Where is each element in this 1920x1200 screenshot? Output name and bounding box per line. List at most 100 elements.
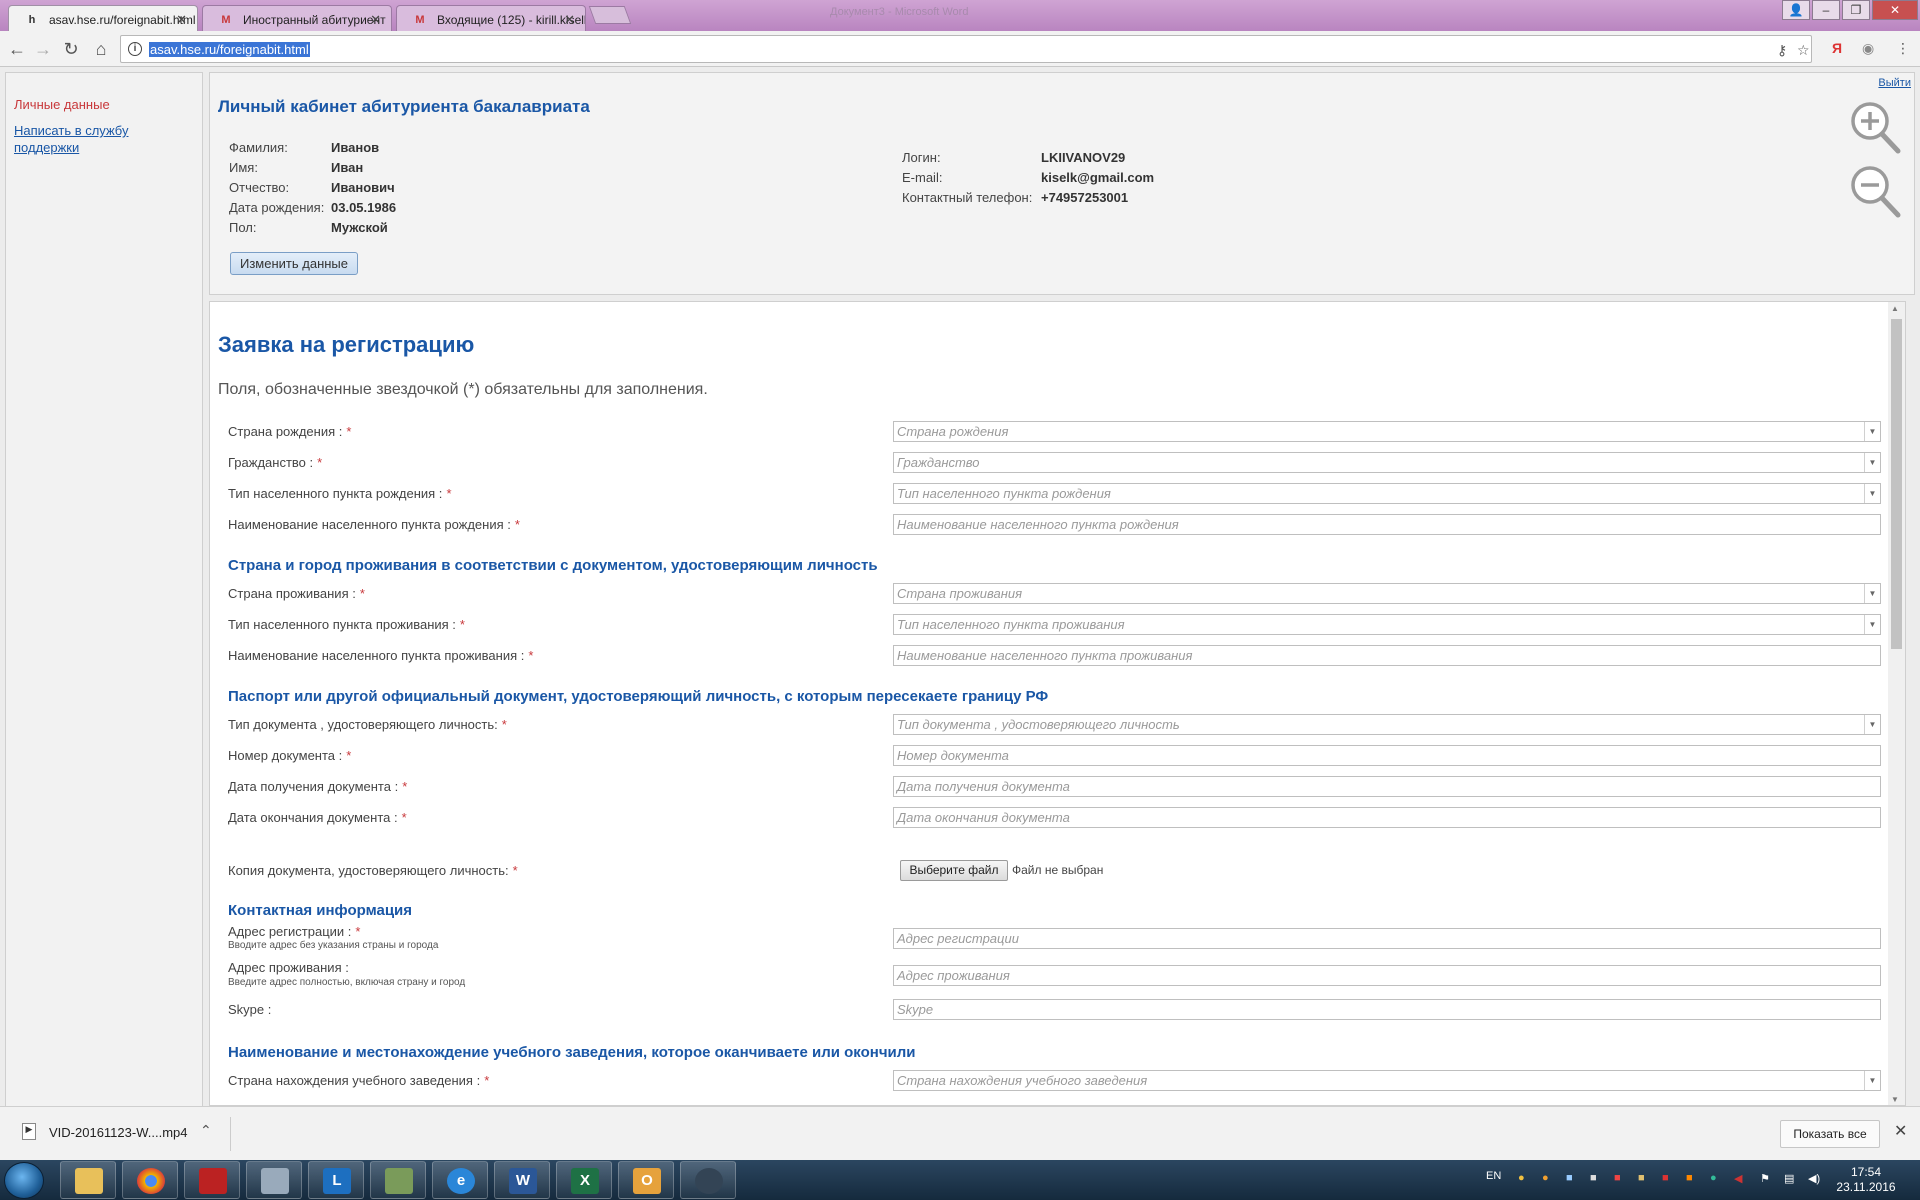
download-item[interactable]: VID-20161123-W....mp4 (49, 1125, 188, 1140)
gmail-icon: M (221, 14, 231, 26)
residence-address-input[interactable]: Адрес проживания (893, 965, 1881, 986)
chevron-down-icon[interactable]: ▼ (1864, 715, 1880, 734)
tray-icon-5[interactable]: ■ (1614, 1172, 1621, 1184)
chevron-down-icon[interactable]: ▼ (1864, 422, 1880, 441)
document-issue-date-label: Дата получения документа : * (228, 779, 408, 794)
user-icon[interactable]: 👤 (1782, 0, 1810, 20)
birth-country-label: Страна рождения : * (228, 424, 352, 439)
document-issue-date-input[interactable]: Дата получения документа (893, 776, 1881, 797)
minimize-icon[interactable]: – (1812, 0, 1840, 20)
login-label: Логин: (902, 150, 941, 165)
close-window-icon[interactable]: ✕ (1872, 0, 1918, 20)
registration-address-input[interactable]: Адрес регистрации (893, 928, 1881, 949)
registration-address-hint: Вводите адрес без указания страны и горо… (228, 940, 439, 951)
file-status: Файл не выбран (1012, 863, 1104, 877)
tray-icon-10[interactable]: ◀ (1734, 1172, 1742, 1185)
volume-icon[interactable]: ◀) (1808, 1172, 1820, 1185)
skype-input[interactable]: Skype (893, 999, 1881, 1020)
media-app[interactable] (680, 1161, 736, 1199)
edit-data-button[interactable]: Изменить данные (230, 252, 358, 275)
clock[interactable]: 17:54 23.11.2016 (1834, 1165, 1898, 1195)
residence-settlement-name-input[interactable]: Наименование населенного пункта проживан… (893, 645, 1881, 666)
name-label: Имя: (229, 160, 258, 175)
close-tab-icon[interactable]: ✕ (176, 12, 187, 28)
calculator-app[interactable] (246, 1161, 302, 1199)
birth-settlement-type-select[interactable]: Тип населенного пункта рождения ▼ (893, 483, 1881, 504)
new-tab-button[interactable] (588, 6, 632, 24)
document-expiry-date-input[interactable]: Дата окончания документа (893, 807, 1881, 828)
birth-settlement-name-input[interactable]: Наименование населенного пункта рождения (893, 514, 1881, 535)
home-icon[interactable]: ⌂ (90, 38, 112, 60)
tray-icon-1[interactable]: ● (1518, 1172, 1525, 1184)
citizenship-select[interactable]: Гражданство ▼ (893, 452, 1881, 473)
scroll-up-icon[interactable]: ▲ (1891, 304, 1899, 313)
yandex-icon[interactable]: Я (1832, 40, 1842, 56)
chevron-down-icon[interactable]: ▼ (1864, 584, 1880, 603)
extension-icon[interactable]: ◉ (1862, 40, 1874, 57)
tray-icon-6[interactable]: ■ (1638, 1172, 1645, 1184)
language-indicator[interactable]: EN (1486, 1170, 1501, 1182)
save-app[interactable] (184, 1161, 240, 1199)
residence-settlement-type-select[interactable]: Тип населенного пункта проживания ▼ (893, 614, 1881, 635)
gmail-icon: M (415, 14, 425, 26)
tray-icon-8[interactable]: ■ (1686, 1172, 1693, 1184)
tool-app[interactable] (370, 1161, 426, 1199)
excel-app[interactable]: X (556, 1161, 612, 1199)
sidebar-item-personal-data[interactable]: Личные данные (14, 97, 110, 112)
section-residence: Страна и город проживания в соответствии… (228, 557, 878, 574)
tab-gmail-abiturient[interactable]: M Иностранный абитуриент ✕ (202, 5, 392, 31)
chevron-down-icon[interactable]: ▼ (1864, 615, 1880, 634)
start-button[interactable] (4, 1162, 44, 1199)
ie-app[interactable]: e (432, 1161, 488, 1199)
chevron-down-icon[interactable]: ▼ (1864, 1071, 1880, 1090)
address-bar[interactable]: i asav.hse.ru/foreignabit.html ⚷ ☆ (120, 35, 1812, 63)
url-text[interactable]: asav.hse.ru/foreignabit.html (149, 42, 310, 57)
document-type-label: Тип документа , удостоверяющего личность… (228, 717, 507, 732)
chevron-down-icon[interactable]: ▼ (1864, 484, 1880, 503)
info-icon[interactable]: i (128, 42, 142, 56)
restore-icon[interactable]: ❐ (1842, 0, 1870, 20)
registration-form: Заявка на регистрацию Поля, обозначенные… (209, 301, 1906, 1106)
forward-icon[interactable]: → (32, 38, 54, 60)
explorer-app[interactable] (60, 1161, 116, 1199)
tab-gmail-inbox[interactable]: M Входящие (125) - kirill.kiselk@gmail.c… (396, 5, 586, 31)
network-icon[interactable]: ▤ (1784, 1172, 1794, 1185)
tray-icon-2[interactable]: ● (1542, 1172, 1549, 1184)
star-icon[interactable]: ☆ (1797, 42, 1810, 59)
tray-icon-3[interactable]: ■ (1566, 1172, 1573, 1184)
menu-icon[interactable]: ⋮ (1896, 40, 1910, 57)
scrollbar-thumb[interactable] (1891, 319, 1902, 649)
chrome-app[interactable] (122, 1161, 178, 1199)
lync-app[interactable]: L (308, 1161, 364, 1199)
document-type-select[interactable]: Тип документа , удостоверяющего личность… (893, 714, 1881, 735)
sidebar-item-support[interactable]: Написать в службу поддержки (14, 122, 174, 156)
zoom-out-icon[interactable] (1848, 163, 1902, 219)
logout-link[interactable]: Выйти (1878, 77, 1911, 89)
reload-icon[interactable]: ↻ (60, 38, 82, 60)
scroll-down-icon[interactable]: ▼ (1891, 1095, 1899, 1104)
chevron-up-icon[interactable]: ⌃ (200, 1122, 212, 1139)
close-tab-icon[interactable]: ✕ (564, 12, 575, 28)
residence-country-select[interactable]: Страна проживания ▼ (893, 583, 1881, 604)
show-all-downloads-button[interactable]: Показать все (1780, 1120, 1880, 1148)
tray-icon-4[interactable]: ■ (1590, 1172, 1597, 1184)
birth-settlement-type-label: Тип населенного пункта рождения : * (228, 486, 452, 501)
zoom-in-icon[interactable] (1848, 99, 1902, 155)
document-number-input[interactable]: Номер документа (893, 745, 1881, 766)
close-icon[interactable]: ✕ (1894, 1121, 1907, 1141)
tray-icon-7[interactable]: ■ (1662, 1172, 1669, 1184)
birth-country-select[interactable]: Страна рождения ▼ (893, 421, 1881, 442)
outlook-app[interactable]: O (618, 1161, 674, 1199)
tray-icon-9[interactable]: ● (1710, 1172, 1717, 1184)
key-icon[interactable]: ⚷ (1777, 42, 1787, 59)
back-icon[interactable]: ← (6, 38, 28, 60)
close-tab-icon[interactable]: ✕ (370, 12, 381, 28)
word-app[interactable]: W (494, 1161, 550, 1199)
page-scrollbar[interactable]: ▲ ▼ (1888, 302, 1905, 1105)
school-country-select[interactable]: Страна нахождения учебного заведения ▼ (893, 1070, 1881, 1091)
tab-hse[interactable]: h asav.hse.ru/foreignabit.html ✕ (8, 5, 198, 31)
tab-title: asav.hse.ru/foreignabit.html (49, 13, 196, 27)
choose-file-button[interactable]: Выберите файл (900, 860, 1008, 881)
flag-icon[interactable]: ⚑ (1760, 1172, 1770, 1185)
chevron-down-icon[interactable]: ▼ (1864, 453, 1880, 472)
